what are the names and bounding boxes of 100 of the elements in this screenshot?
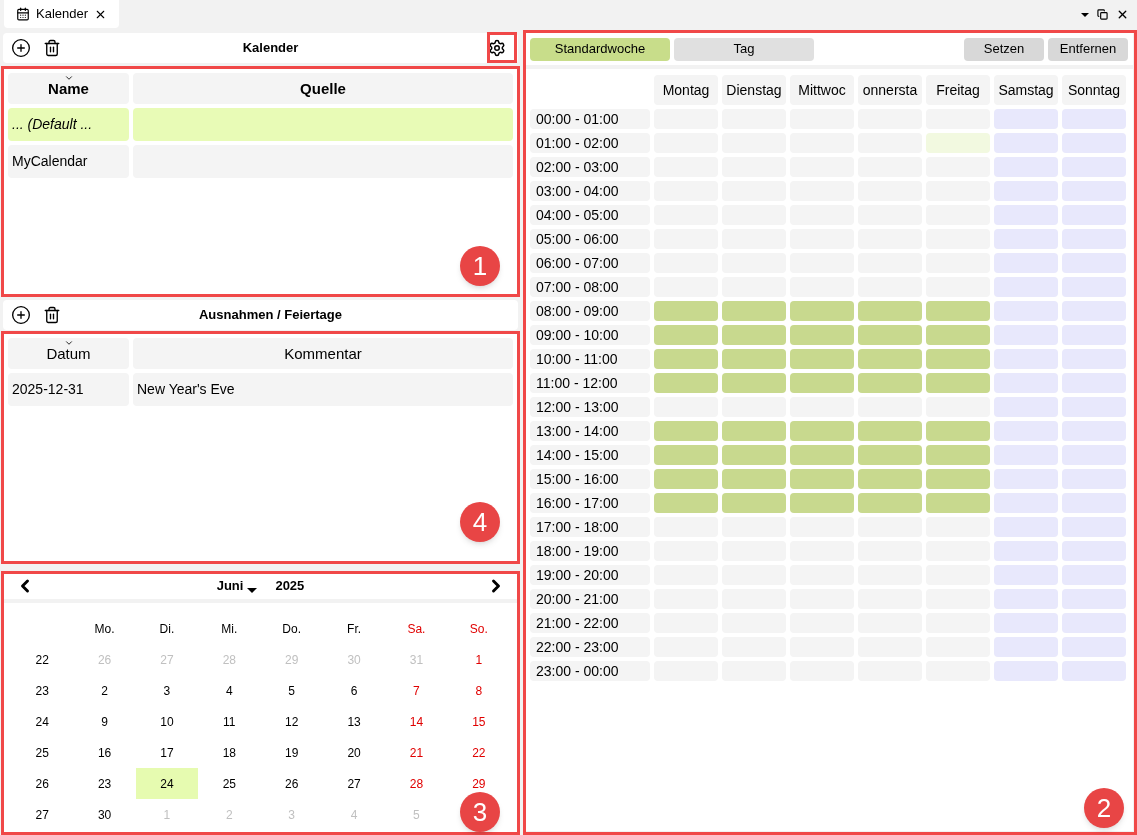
column-header[interactable]: Quelle <box>133 73 513 104</box>
schedule-cell[interactable] <box>790 493 854 513</box>
dropdown-caret-icon[interactable] <box>1081 12 1089 17</box>
year-selector[interactable]: 2025 <box>275 576 305 596</box>
schedule-cell[interactable] <box>790 349 854 369</box>
table-cell[interactable]: New Year's Eve <box>133 373 513 406</box>
day-number[interactable]: 24 <box>135 768 199 799</box>
delete-icon[interactable] <box>43 39 61 57</box>
schedule-cell[interactable] <box>654 469 718 489</box>
day-number[interactable]: 13 <box>347 715 361 728</box>
day-number[interactable]: 22 <box>472 746 486 759</box>
day-number[interactable]: 16 <box>97 746 112 759</box>
schedule-cell[interactable] <box>926 445 990 465</box>
day-number[interactable]: 9 <box>101 715 108 728</box>
add-icon[interactable] <box>11 38 31 58</box>
settings-icon[interactable] <box>488 39 506 57</box>
schedule-cell[interactable] <box>926 301 990 321</box>
document-tab[interactable]: Kalender <box>4 0 120 28</box>
schedule-cell[interactable] <box>790 469 854 489</box>
day-number[interactable]: 27 <box>347 777 361 790</box>
action-button[interactable]: Entfernen <box>1048 37 1128 61</box>
schedule-cell[interactable] <box>926 349 990 369</box>
schedule-cell[interactable] <box>722 445 786 465</box>
day-number[interactable]: 6 <box>350 684 358 697</box>
day-number[interactable]: 25 <box>222 777 236 790</box>
day-number[interactable]: 30 <box>97 808 112 821</box>
column-header[interactable]: Name <box>8 73 129 104</box>
day-number[interactable]: 10 <box>160 715 174 728</box>
day-number[interactable]: 18 <box>222 746 236 759</box>
schedule-cell[interactable] <box>790 421 854 441</box>
restore-icon[interactable] <box>1097 9 1108 20</box>
schedule-cell[interactable] <box>926 325 990 345</box>
day-number[interactable]: 17 <box>160 746 174 759</box>
day-number[interactable]: 5 <box>288 684 296 697</box>
schedule-cell[interactable] <box>722 469 786 489</box>
delete-icon[interactable] <box>43 306 61 324</box>
schedule-cell[interactable] <box>654 301 718 321</box>
schedule-cell[interactable] <box>926 421 990 441</box>
day-number[interactable]: 4 <box>225 684 233 697</box>
day-number[interactable]: 1 <box>475 653 483 666</box>
schedule-cell[interactable] <box>858 469 922 489</box>
schedule-cell[interactable] <box>790 301 854 321</box>
day-number[interactable]: 28 <box>409 777 424 790</box>
day-number[interactable]: 29 <box>472 777 486 790</box>
action-button[interactable]: Setzen <box>964 37 1044 61</box>
weekday-label: Fr. <box>347 620 362 638</box>
table-cell[interactable]: MyCalendar <box>8 145 129 178</box>
tab[interactable]: Tag <box>674 37 814 61</box>
schedule-cell[interactable] <box>654 349 718 369</box>
day-number[interactable]: 20 <box>347 746 361 759</box>
schedule-cell[interactable] <box>858 421 922 441</box>
time-label: 23:00 - 00:00 <box>530 661 650 681</box>
schedule-cell[interactable] <box>858 301 922 321</box>
day-number[interactable]: 8 <box>475 684 483 697</box>
schedule-cell[interactable] <box>926 133 990 153</box>
schedule-cell[interactable] <box>926 469 990 489</box>
schedule-cell[interactable] <box>858 493 922 513</box>
schedule-cell[interactable] <box>926 493 990 513</box>
column-header[interactable]: Kommentar <box>133 338 513 369</box>
schedule-cell[interactable] <box>654 445 718 465</box>
schedule-cell[interactable] <box>722 373 786 393</box>
schedule-cell[interactable] <box>858 349 922 369</box>
day-number[interactable]: 19 <box>285 746 299 759</box>
day-number[interactable]: 26 <box>285 777 299 790</box>
schedule-cell[interactable] <box>790 373 854 393</box>
time-label: 01:00 - 02:00 <box>530 133 650 153</box>
day-number[interactable]: 12 <box>285 715 299 728</box>
month-selector[interactable]: Juni <box>216 576 244 596</box>
schedule-cell[interactable] <box>654 421 718 441</box>
column-header[interactable]: Datum <box>8 338 129 369</box>
tab[interactable]: Standardwoche <box>530 37 670 61</box>
day-number[interactable]: 7 <box>413 684 420 697</box>
caret-icon[interactable] <box>247 587 258 593</box>
day-number[interactable]: 11 <box>223 715 236 728</box>
schedule-cell[interactable] <box>654 493 718 513</box>
table-cell[interactable] <box>133 108 513 141</box>
schedule-cell[interactable] <box>722 421 786 441</box>
day-number[interactable]: 3 <box>163 684 171 697</box>
day-number[interactable]: 2 <box>101 684 108 697</box>
schedule-cell[interactable] <box>722 301 786 321</box>
schedule-cell[interactable] <box>858 373 922 393</box>
close-icon[interactable] <box>1116 8 1129 21</box>
schedule-cell[interactable] <box>654 373 718 393</box>
schedule-cell[interactable] <box>722 325 786 345</box>
schedule-cell[interactable] <box>858 445 922 465</box>
schedule-cell[interactable] <box>722 493 786 513</box>
add-icon[interactable] <box>11 305 31 325</box>
table-cell[interactable]: ... (Default ... <box>8 108 129 141</box>
day-number[interactable]: 15 <box>472 715 486 728</box>
weekday-label: Mi. <box>221 620 238 638</box>
schedule-cell[interactable] <box>790 325 854 345</box>
schedule-cell[interactable] <box>926 373 990 393</box>
day-number[interactable]: 21 <box>409 746 424 759</box>
schedule-cell[interactable] <box>722 349 786 369</box>
schedule-cell[interactable] <box>654 325 718 345</box>
table-cell[interactable]: 2025-12-31 <box>8 373 129 406</box>
schedule-cell[interactable] <box>790 445 854 465</box>
schedule-cell[interactable] <box>858 325 922 345</box>
day-number[interactable]: 23 <box>97 777 112 790</box>
day-number[interactable]: 14 <box>409 715 424 728</box>
